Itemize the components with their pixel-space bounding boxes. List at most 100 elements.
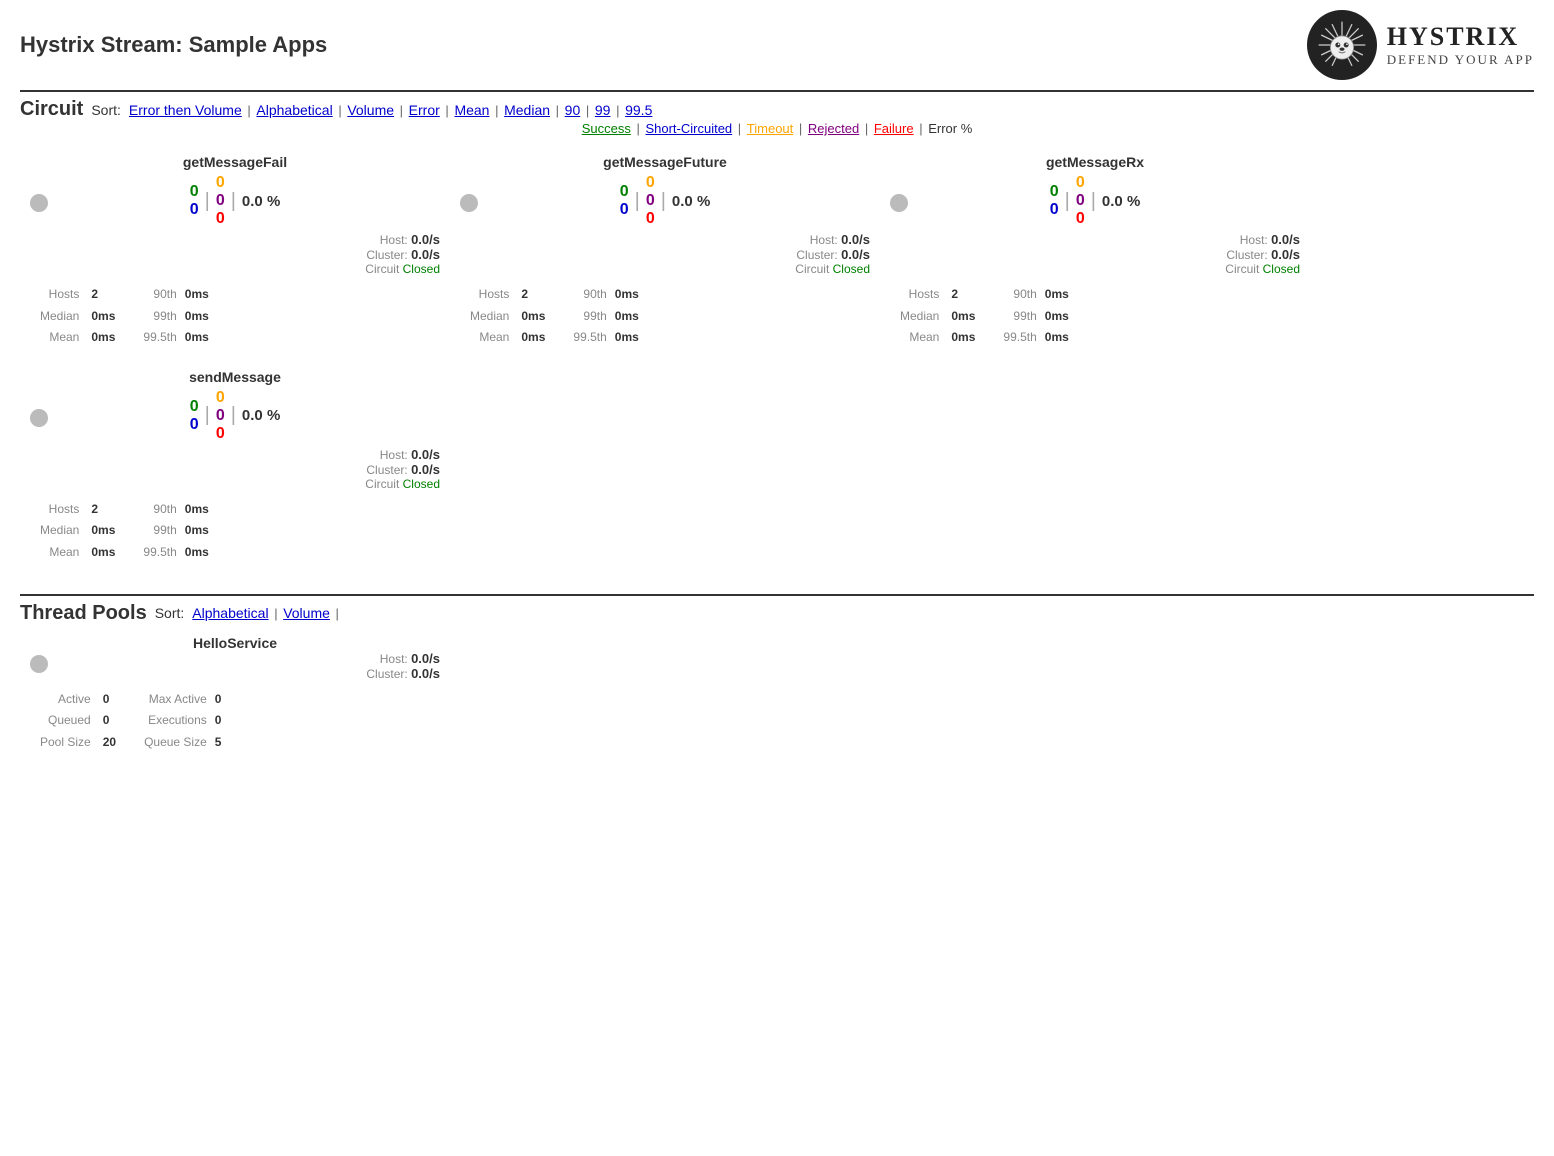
- sort-mean-link[interactable]: Mean: [454, 102, 489, 118]
- page-header: Hystrix Stream: Sample Apps: [20, 10, 1534, 80]
- legend-success[interactable]: Success: [582, 121, 631, 136]
- num-col-left: 0 0: [620, 183, 629, 219]
- tp-host-rate: 0.0/s: [411, 651, 440, 666]
- circuit-numbers: 0 0 | 0 0 0 | 0.0 %: [30, 389, 440, 443]
- sort-label: Sort:: [91, 102, 121, 118]
- tp-stats-row: Active Queued Pool Size 0 0 20 Max Activ…: [40, 689, 440, 754]
- hosts-val: 2: [91, 284, 115, 306]
- sort-99-5-link[interactable]: 99.5: [625, 102, 652, 118]
- legend-rejected[interactable]: Rejected: [808, 121, 859, 136]
- num-timeout: 0: [1076, 174, 1085, 192]
- hosts-val: 2: [521, 284, 545, 306]
- circuit-numbers: 0 0 | 0 0 0 | 0.0 %: [890, 174, 1300, 228]
- queue-size-val: 5: [215, 732, 222, 754]
- sort-error-volume-link[interactable]: Error then Volume: [129, 102, 242, 118]
- stats-row: Hosts Median Mean 2 0ms 0ms 90th 99th 99…: [900, 284, 1300, 349]
- sort-alpha-link[interactable]: Alphabetical: [256, 102, 332, 118]
- logo-text: HYSTRIX DEFEND YOUR APP: [1387, 22, 1534, 68]
- p99-5-val: 0ms: [185, 542, 209, 564]
- brand-tagline: DEFEND YOUR APP: [1387, 52, 1534, 68]
- circuit-numbers: 0 0 | 0 0 0 | 0.0 %: [460, 174, 870, 228]
- logo-area: HYSTRIX DEFEND YOUR APP: [1307, 10, 1534, 80]
- stats-row: Hosts Median Mean 2 0ms 0ms 90th 99th 99…: [470, 284, 870, 349]
- tp-sort-volume-link[interactable]: Volume: [283, 605, 330, 621]
- num-short-circuit: 0: [620, 201, 629, 219]
- status-indicator: [30, 409, 48, 427]
- tp-host-rate-row: Host: 0.0/s: [30, 651, 440, 666]
- p99-val: 0ms: [1045, 306, 1069, 328]
- num-timeout: 0: [216, 174, 225, 192]
- sort-90-link[interactable]: 90: [565, 102, 581, 118]
- num-success: 0: [190, 398, 199, 416]
- threadpools-section-header: Thread Pools Sort: Alphabetical | Volume…: [20, 594, 1534, 625]
- legend-timeout[interactable]: Timeout: [747, 121, 793, 136]
- median-val: 0ms: [91, 520, 115, 542]
- circuit-status-row: Circuit Closed: [460, 262, 870, 276]
- host-rate-row: Host: 0.0/s: [30, 232, 440, 247]
- num-success: 0: [1050, 183, 1059, 201]
- host-rate: 0.0/s: [1271, 232, 1300, 247]
- legend-error-pct: Error %: [928, 121, 972, 136]
- host-rate: 0.0/s: [411, 232, 440, 247]
- num-rejected: 0: [216, 192, 225, 210]
- threadpools-title: Thread Pools: [20, 602, 147, 625]
- circuit-name: getMessageFuture: [460, 154, 870, 170]
- logo-icon: [1307, 10, 1377, 80]
- mean-val: 0ms: [91, 542, 115, 564]
- num-col-left: 0 0: [190, 183, 199, 219]
- cluster-rate-row: Cluster: 0.0/s: [460, 247, 870, 262]
- legend-row: Success | Short-Circuited | Timeout | Re…: [20, 121, 1534, 136]
- cluster-rate-row: Cluster: 0.0/s: [30, 462, 440, 477]
- legend-short-circuited[interactable]: Short-Circuited: [645, 121, 732, 136]
- circuit-status: Closed: [1263, 262, 1300, 276]
- tp-sort-alpha-link[interactable]: Alphabetical: [192, 605, 268, 621]
- circuit-card: getMessageRx 0 0 | 0 0 0 | 0.0 % Host: 0…: [880, 144, 1310, 359]
- sort-99-link[interactable]: 99: [595, 102, 611, 118]
- thread-pools-section: Thread Pools Sort: Alphabetical | Volume…: [20, 594, 1534, 764]
- p90-val: 0ms: [1045, 284, 1069, 306]
- thread-pools-grid: HelloService Host: 0.0/s Cluster: 0.0/s …: [20, 625, 1534, 764]
- thread-pool-card: HelloService Host: 0.0/s Cluster: 0.0/s …: [20, 625, 450, 764]
- tp-cluster-rate: 0.0/s: [411, 666, 440, 681]
- num-rejected: 0: [646, 192, 655, 210]
- circuit-status: Closed: [833, 262, 870, 276]
- status-indicator: [460, 194, 478, 212]
- num-failure: 0: [1076, 210, 1085, 228]
- cluster-rate-row: Cluster: 0.0/s: [30, 247, 440, 262]
- median-val: 0ms: [521, 306, 545, 328]
- num-rejected: 0: [1076, 192, 1085, 210]
- circuit-name: getMessageRx: [890, 154, 1300, 170]
- executions-val: 0: [215, 710, 222, 732]
- tp-cluster-rate-row: Cluster: 0.0/s: [30, 666, 440, 681]
- sort-error-link[interactable]: Error: [409, 102, 440, 118]
- p90-val: 0ms: [185, 499, 209, 521]
- tp-sort-links: Alphabetical | Volume |: [192, 605, 341, 621]
- hosts-val: 2: [951, 284, 975, 306]
- circuit-status-row: Circuit Closed: [890, 262, 1300, 276]
- circuit-status-row: Circuit Closed: [30, 477, 440, 491]
- num-timeout: 0: [216, 389, 225, 407]
- stats-row: Hosts Median Mean 2 0ms 0ms 90th 99th 99…: [40, 284, 440, 349]
- status-indicator: [890, 194, 908, 212]
- num-col-right: 0 0 0: [1076, 174, 1085, 228]
- cluster-rate: 0.0/s: [411, 462, 440, 477]
- error-pct: 0.0 %: [672, 193, 710, 210]
- p99-val: 0ms: [185, 520, 209, 542]
- tp-status-indicator: [30, 655, 48, 673]
- mean-val: 0ms: [951, 327, 975, 349]
- num-short-circuit: 0: [190, 416, 199, 434]
- p99-val: 0ms: [185, 306, 209, 328]
- sort-median-link[interactable]: Median: [504, 102, 550, 118]
- host-rate-row: Host: 0.0/s: [30, 447, 440, 462]
- circuit-section-title: Circuit: [20, 98, 83, 121]
- cluster-rate: 0.0/s: [841, 247, 870, 262]
- sort-volume-link[interactable]: Volume: [347, 102, 394, 118]
- num-col-left: 0 0: [1050, 183, 1059, 219]
- circuits-grid: getMessageFail 0 0 | 0 0 0 | 0.0 % Host:…: [20, 144, 1534, 574]
- circuit-name: getMessageFail: [30, 154, 440, 170]
- legend-failure[interactable]: Failure: [874, 121, 914, 136]
- p99-val: 0ms: [615, 306, 639, 328]
- p99-5-val: 0ms: [1045, 327, 1069, 349]
- page-title: Hystrix Stream: Sample Apps: [20, 32, 327, 58]
- circuit-name: sendMessage: [30, 369, 440, 385]
